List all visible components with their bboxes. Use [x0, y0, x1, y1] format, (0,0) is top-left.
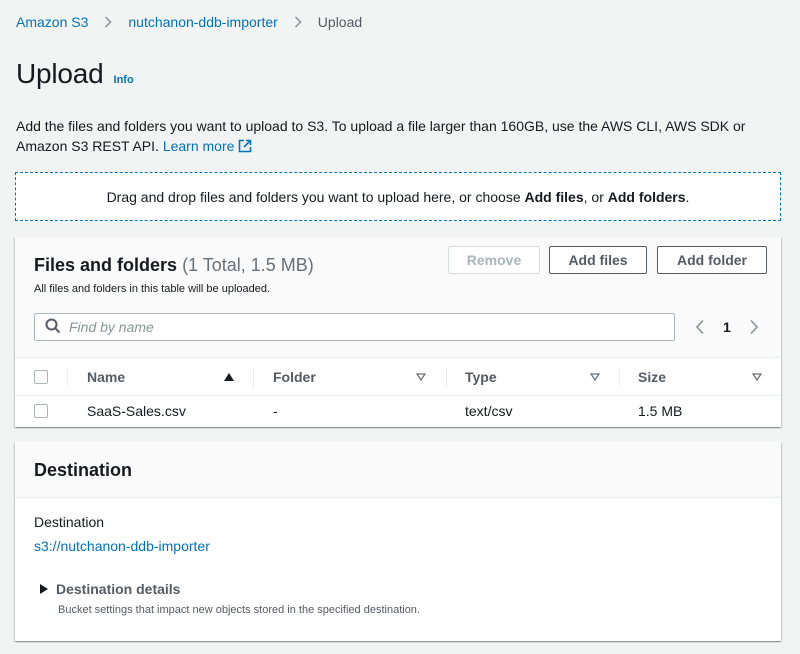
breadcrumb-current: Upload — [317, 14, 363, 30]
add-files-button[interactable]: Add files — [549, 246, 647, 274]
chevron-left-icon — [695, 319, 704, 335]
select-all-checkbox[interactable] — [34, 369, 48, 384]
cell-size: 1.5 MB — [638, 403, 683, 419]
page-header: Upload Info — [16, 58, 134, 90]
chevron-right-icon — [288, 14, 308, 30]
dropzone-prefix: Drag and drop files and folders you want… — [106, 188, 525, 205]
search-icon — [45, 318, 61, 337]
previous-page-button[interactable] — [691, 317, 709, 337]
search-box — [34, 313, 675, 341]
files-and-folders-panel: Files and folders (1 Total, 1.5 MB) All … — [15, 237, 781, 427]
dropzone-middle: , or — [583, 188, 608, 205]
page-title: Upload — [16, 58, 104, 89]
column-header-type[interactable]: Type — [465, 358, 497, 395]
info-link[interactable]: Info — [114, 74, 134, 86]
column-divider — [446, 367, 447, 387]
column-header-size[interactable]: Size — [638, 358, 666, 395]
dropzone-add-files: Add files — [524, 188, 584, 205]
files-title-text: Files and folders — [34, 255, 178, 275]
next-page-button[interactable] — [745, 317, 763, 337]
table-header: Name Folder Type Size — [15, 358, 781, 396]
files-table: Name Folder Type Size SaaS-Sales.csv - t… — [15, 358, 781, 426]
row-checkbox[interactable] — [34, 404, 48, 418]
destination-label: Destination — [34, 514, 105, 530]
upload-dropzone[interactable]: Drag and drop files and folders you want… — [15, 172, 781, 221]
add-folder-button[interactable]: Add folder — [657, 246, 767, 274]
files-panel-title: Files and folders (1 Total, 1.5 MB) — [34, 255, 314, 276]
remove-button[interactable]: Remove — [448, 246, 540, 274]
column-divider — [619, 367, 620, 387]
sort-icon[interactable] — [415, 370, 427, 384]
destination-title: Destination — [34, 460, 133, 480]
destination-link[interactable]: s3://nutchanon-ddb-importer — [34, 538, 210, 554]
page-description: Add the files and folders you want to up… — [16, 116, 786, 158]
description-text: Add the files and folders you want to up… — [16, 118, 746, 154]
destination-details-subtitle: Bucket settings that impact new objects … — [58, 604, 420, 616]
current-page[interactable]: 1 — [723, 319, 731, 335]
learn-more-label: Learn more — [162, 138, 235, 154]
table-row[interactable]: SaaS-Sales.csv - text/csv 1.5 MB — [15, 396, 781, 426]
chevron-right-icon — [750, 319, 758, 335]
cell-name: SaaS-Sales.csv — [87, 403, 186, 419]
cell-type: text/csv — [465, 403, 513, 419]
sort-ascending-icon[interactable] — [223, 370, 235, 384]
column-header-folder[interactable]: Folder — [273, 358, 316, 395]
caret-right-icon — [40, 581, 48, 597]
destination-details-toggle[interactable]: Destination details — [40, 581, 180, 597]
learn-more-link[interactable]: Learn more — [163, 138, 253, 154]
dropzone-add-folders: Add folders — [607, 188, 686, 205]
files-panel-subtitle: All files and folders in this table will… — [34, 283, 271, 295]
chevron-right-icon — [98, 14, 118, 30]
sort-icon[interactable] — [751, 370, 763, 384]
column-divider — [253, 367, 254, 387]
files-count: (1 Total, 1.5 MB) — [182, 255, 314, 275]
cell-folder: - — [273, 403, 278, 419]
sort-icon[interactable] — [589, 370, 601, 384]
external-link-icon — [238, 138, 252, 158]
breadcrumb-amazon-s3[interactable]: Amazon S3 — [16, 14, 88, 30]
destination-panel-header: Destination — [15, 442, 781, 498]
pagination: 1 — [691, 317, 763, 337]
dropzone-suffix: . — [685, 188, 690, 205]
search-input[interactable] — [69, 319, 659, 335]
destination-details-title: Destination details — [56, 581, 181, 597]
files-panel-header: Files and folders (1 Total, 1.5 MB) All … — [15, 237, 781, 358]
breadcrumb-bucket[interactable]: nutchanon-ddb-importer — [128, 14, 277, 30]
column-header-name[interactable]: Name — [87, 358, 125, 395]
column-divider — [67, 367, 68, 387]
row-select-cell — [34, 396, 48, 426]
select-all-cell — [34, 358, 48, 395]
dropzone-text: Drag and drop files and folders you want… — [107, 189, 690, 205]
destination-panel: Destination Destination s3://nutchanon-d… — [15, 442, 781, 641]
breadcrumb: Amazon S3 nutchanon-ddb-importer Upload — [16, 14, 362, 30]
